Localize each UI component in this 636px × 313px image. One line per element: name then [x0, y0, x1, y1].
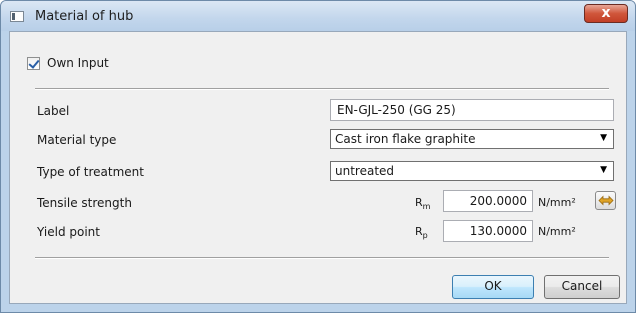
- convert-button[interactable]: [595, 191, 616, 210]
- ok-button[interactable]: OK: [452, 275, 534, 299]
- convert-arrows-icon: [598, 195, 614, 206]
- yield-point-label: Yield point: [37, 225, 100, 239]
- yield-unit: N/mm²: [538, 225, 576, 238]
- material-type-value: Cast iron flake graphite: [335, 132, 476, 146]
- tensile-symbol: Rm: [415, 196, 431, 212]
- tensile-strength-input[interactable]: 200.0000: [443, 190, 533, 212]
- material-type-label: Material type: [37, 133, 117, 147]
- close-button[interactable]: x: [584, 4, 628, 23]
- treatment-label: Type of treatment: [37, 165, 144, 179]
- tensile-strength-label: Tensile strength: [37, 196, 132, 210]
- close-icon: x: [601, 5, 611, 21]
- separator-bottom: [35, 257, 609, 259]
- own-input-checkbox[interactable]: [27, 57, 40, 70]
- own-input-label: Own Input: [47, 56, 109, 70]
- dialog-body: Own Input Label EN-GJL-250 (GG 25) Mater…: [9, 31, 627, 304]
- window-title: Material of hub: [35, 9, 134, 24]
- separator-top: [35, 88, 609, 90]
- tensile-unit: N/mm²: [538, 196, 576, 209]
- title-bar[interactable]: Material of hub x: [1, 1, 635, 31]
- label-field-label: Label: [37, 104, 70, 118]
- chevron-down-icon: ▼: [600, 133, 607, 143]
- window-icon: [10, 11, 24, 22]
- chevron-down-icon: ▼: [600, 165, 607, 175]
- dialog-window: Material of hub x Own Input Label EN-GJL…: [0, 0, 636, 313]
- yield-point-input[interactable]: 130.0000: [443, 220, 533, 242]
- treatment-select[interactable]: untreated ▼: [330, 161, 614, 181]
- yield-symbol: Rp: [415, 225, 428, 241]
- cancel-button[interactable]: Cancel: [544, 275, 620, 299]
- treatment-value: untreated: [335, 164, 395, 178]
- label-input[interactable]: EN-GJL-250 (GG 25): [330, 99, 614, 121]
- material-type-select[interactable]: Cast iron flake graphite ▼: [330, 129, 614, 149]
